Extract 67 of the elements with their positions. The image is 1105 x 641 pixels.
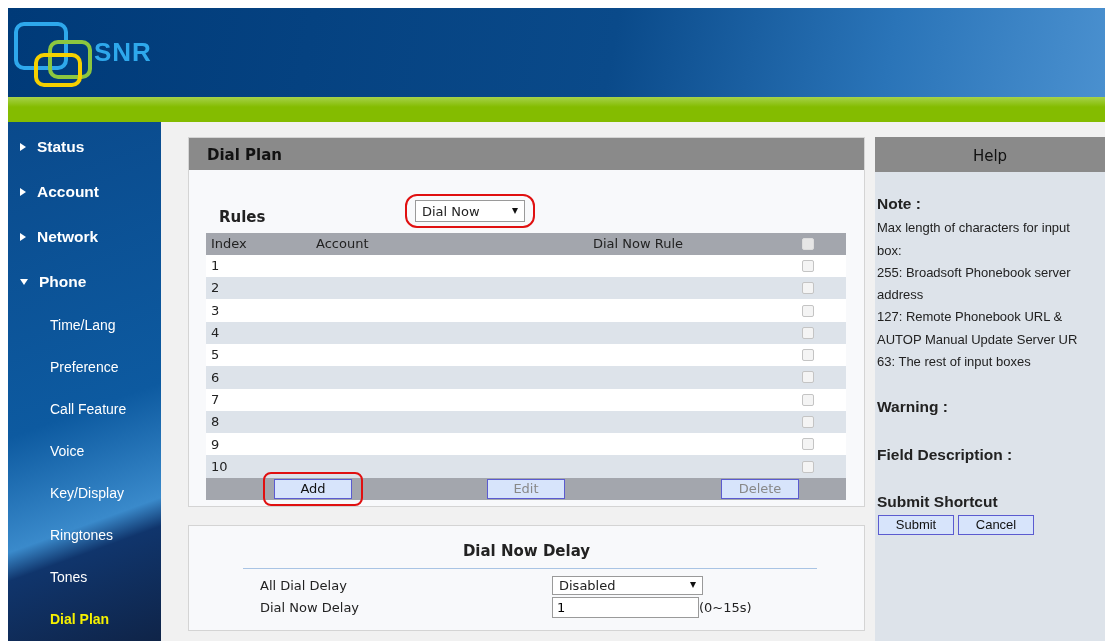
index-cell-text: 8 — [210, 413, 221, 432]
column-header: Account — [315, 234, 370, 253]
row-checkbox[interactable] — [802, 349, 814, 362]
index-cell-text: 6 — [210, 368, 221, 387]
index-cell-text: 2 — [210, 279, 221, 298]
dropdown-arrow-icon — [512, 208, 518, 215]
help-text: 255: Broadsoft Phonebook server — [877, 263, 1072, 282]
range-hint: (0~15s) — [699, 598, 752, 617]
row-checkbox[interactable] — [802, 282, 814, 295]
help-button[interactable]: Submit — [878, 515, 954, 536]
index-cell-text: 5 — [210, 346, 221, 365]
help-button[interactable]: Cancel — [958, 515, 1034, 536]
sidebar-item[interactable]: Account — [8, 169, 161, 214]
row-checkbox[interactable] — [802, 393, 814, 406]
panel-title: Dial Plan — [189, 138, 864, 170]
column-header: Index — [210, 234, 248, 253]
help-heading: Submit Shortcut — [877, 491, 999, 512]
index-cell-text: 3 — [210, 301, 221, 320]
delay-dropdown[interactable]: Disabled — [552, 575, 703, 595]
sidebar-item-label: Network — [37, 226, 99, 247]
index-cell-text: 4 — [210, 324, 221, 343]
row-checkbox[interactable] — [802, 326, 814, 339]
help-heading: Note : — [877, 194, 922, 214]
sidebar-subitem[interactable]: Time/Lang — [8, 304, 161, 346]
row-checkbox[interactable] — [802, 438, 814, 451]
sidebar-subitem[interactable]: Tones — [8, 556, 161, 598]
index-cell-text: 9 — [210, 435, 221, 454]
index-cell-text: 7 — [210, 390, 221, 409]
delay-input-field[interactable]: 1 — [552, 596, 699, 618]
help-text: AUTOP Manual Update Server UR — [877, 330, 1079, 349]
logo-text: SNR — [94, 36, 152, 69]
sidebar-item[interactable]: Phone — [8, 259, 161, 304]
sidebar-subitem[interactable]: Dial Plan — [8, 598, 161, 640]
help-heading: Field Description : — [877, 444, 1014, 465]
field-label: Dial Now Delay — [260, 598, 361, 617]
row-checkbox[interactable] — [802, 416, 814, 428]
help-text: 127: Remote Phonebook URL & — [877, 308, 1064, 327]
sidebar-subitem[interactable]: Ringtones — [8, 514, 161, 556]
sidebar-subitem[interactable]: Key/Display — [8, 472, 161, 514]
help-text: box: — [877, 241, 903, 260]
column-header: Dial Now Rule — [591, 234, 685, 253]
rule-type-dropdown[interactable]: Dial Now — [415, 200, 525, 223]
sidebar-item[interactable]: Status — [8, 124, 161, 169]
select-all-checkbox[interactable] — [802, 237, 814, 250]
help-text: Max length of characters for input — [877, 219, 1071, 238]
row-checkbox[interactable] — [802, 371, 814, 384]
sidebar-subitem[interactable]: Call Feature — [8, 388, 161, 430]
sidebar-subitem[interactable]: Voice — [8, 430, 161, 472]
sidebar-item-label: Account — [37, 181, 99, 202]
help-text: address — [877, 286, 925, 305]
dropdown-arrow-icon — [690, 582, 696, 589]
row-checkbox[interactable] — [802, 460, 814, 473]
index-cell-text: 10 — [210, 457, 229, 476]
row-checkbox[interactable] — [802, 259, 814, 272]
help-heading: Warning : — [877, 397, 949, 418]
table-button[interactable]: Add — [274, 478, 352, 499]
help-text: 63: The rest of input boxes — [877, 353, 1032, 372]
sidebar-item[interactable]: Network — [8, 214, 161, 259]
section-label: Rules — [219, 207, 267, 228]
section-title: Dial Now Delay — [461, 540, 592, 562]
sidebar-item-label: Status — [37, 136, 85, 157]
sidebar-item-label: Phone — [39, 271, 87, 292]
help-title: Help — [875, 137, 1105, 172]
field-label: All Dial Delay — [260, 576, 348, 595]
sidebar-subitem[interactable]: Preference — [8, 346, 161, 388]
row-checkbox[interactable] — [802, 304, 814, 317]
index-cell-text: 1 — [210, 257, 221, 276]
